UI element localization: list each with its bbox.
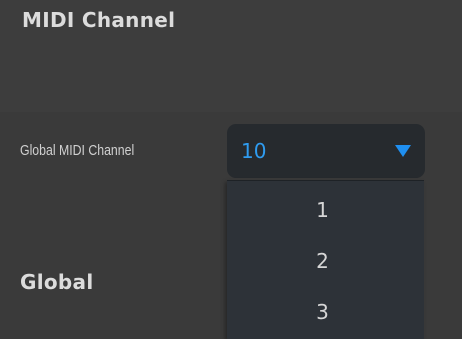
selected-value: 10 bbox=[241, 139, 267, 163]
midi-channel-section-title: MIDI Channel bbox=[22, 8, 176, 32]
midi-channel-dropdown-list[interactable]: 1 2 3 bbox=[227, 180, 424, 339]
global-section-title: Global bbox=[20, 270, 94, 294]
global-midi-channel-label: Global MIDI Channel bbox=[20, 142, 135, 159]
dropdown-option[interactable]: 1 bbox=[227, 185, 424, 235]
dropdown-option[interactable]: 3 bbox=[227, 287, 424, 337]
global-midi-channel-select[interactable]: 10 bbox=[227, 124, 425, 178]
triangle-down-icon[interactable] bbox=[395, 145, 411, 157]
dropdown-option[interactable]: 2 bbox=[227, 236, 424, 286]
